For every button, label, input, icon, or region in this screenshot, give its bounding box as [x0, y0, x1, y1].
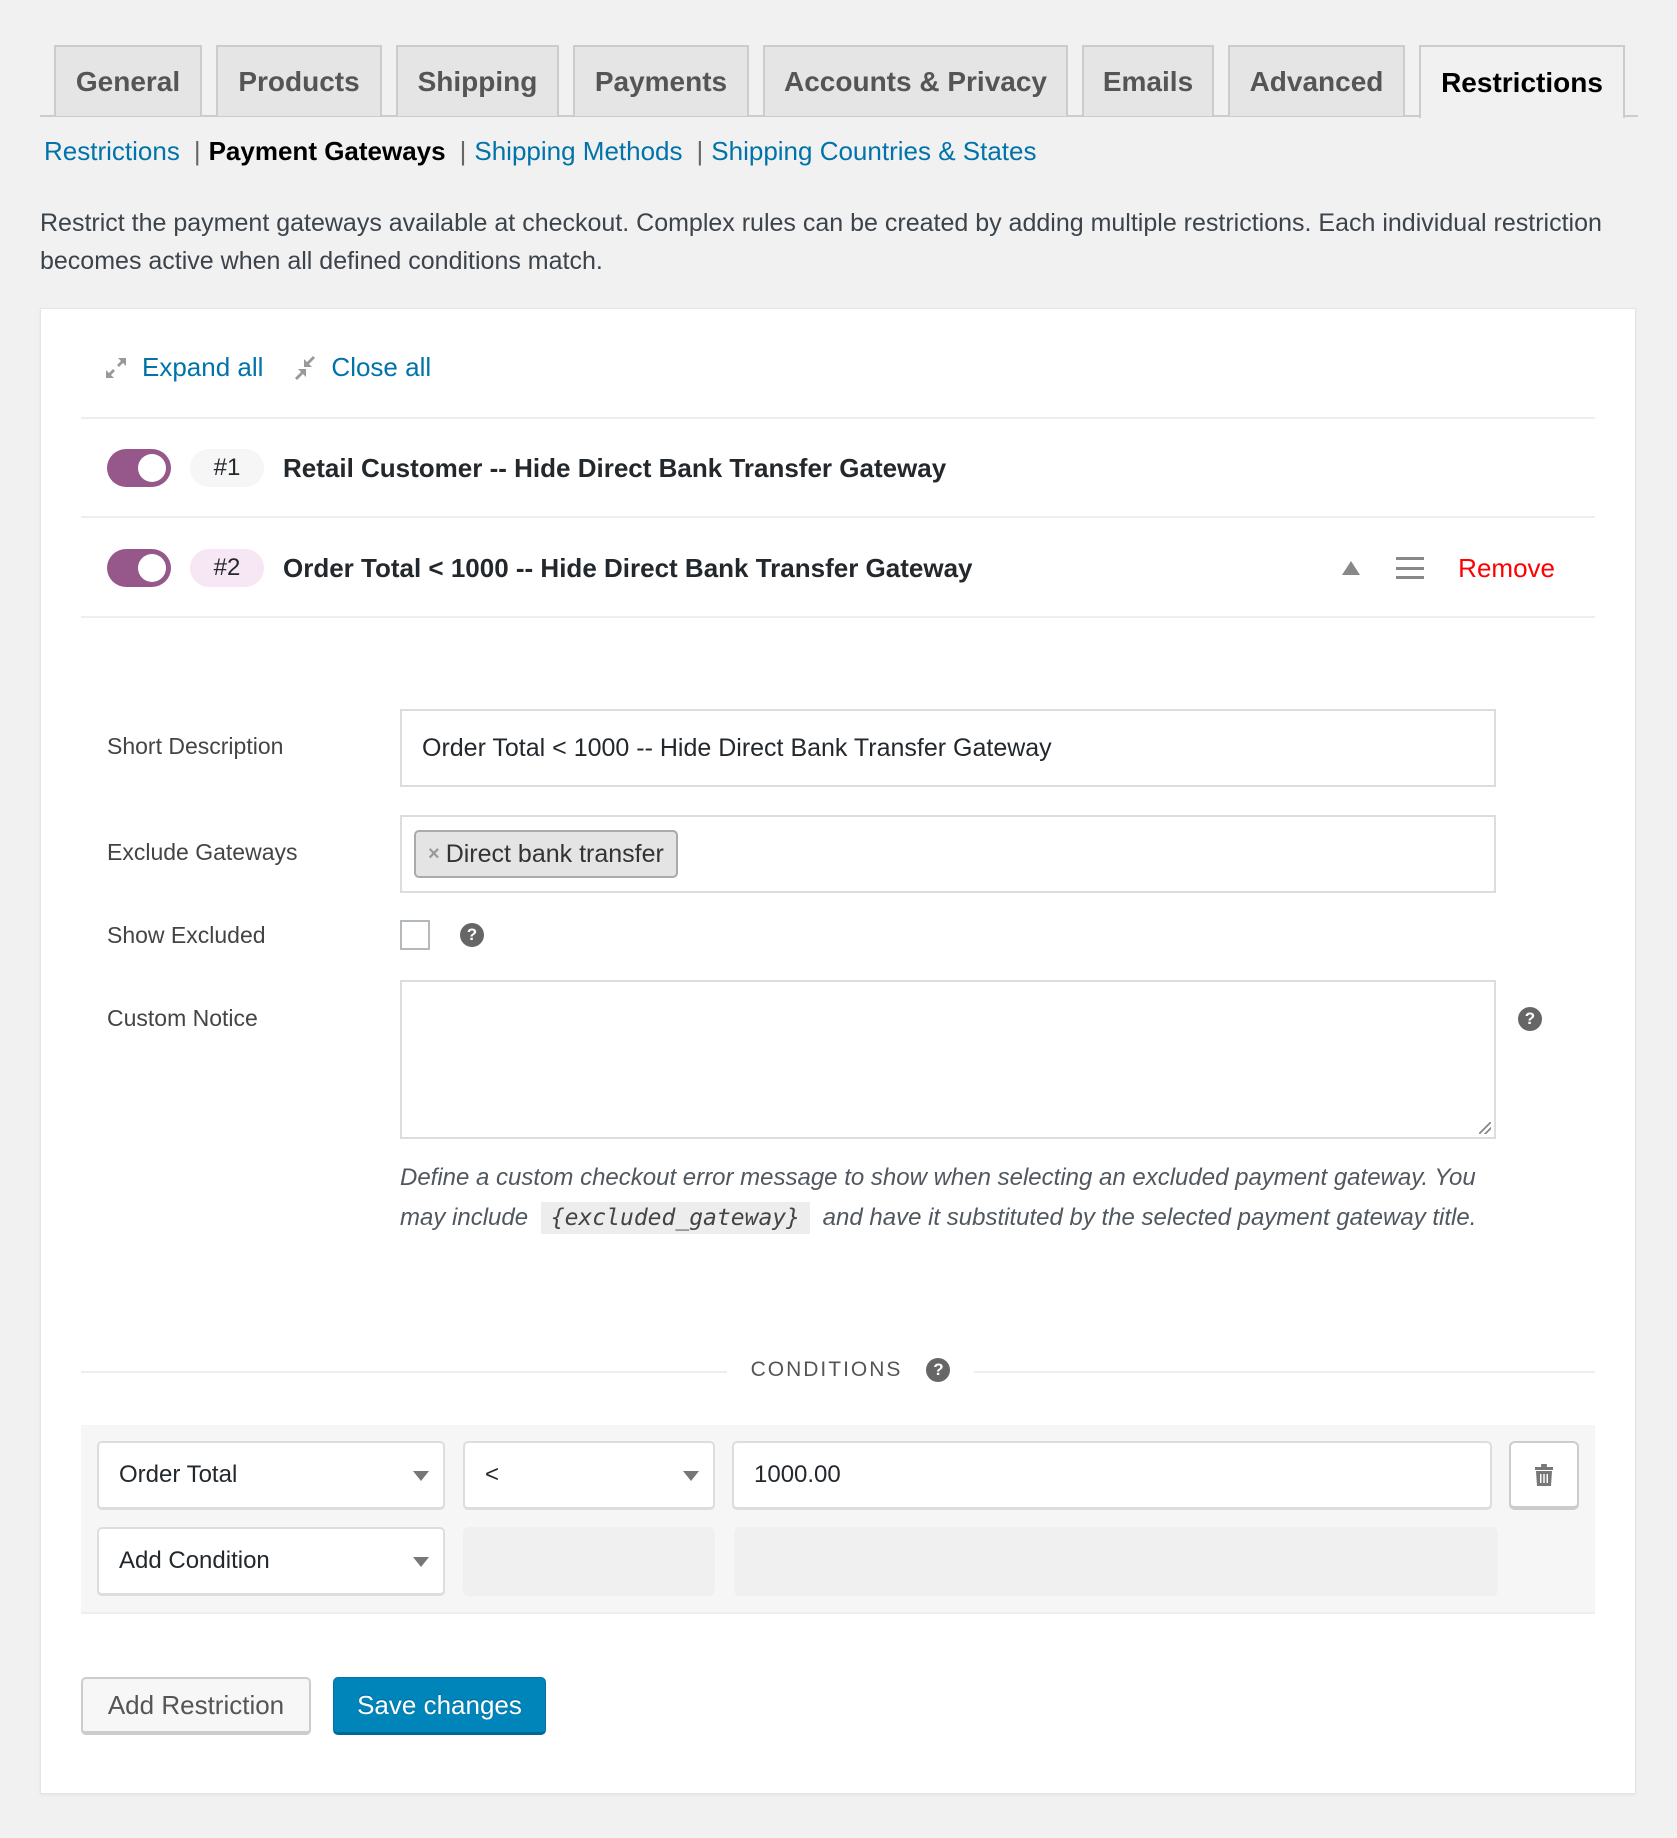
subnav-separator: | — [193, 136, 201, 166]
drag-handle-icon[interactable] — [1396, 557, 1425, 579]
expand-all-label: Expand all — [142, 352, 264, 382]
restriction-enabled-toggle[interactable] — [107, 449, 171, 487]
add-restriction-button[interactable]: Add Restriction — [81, 1677, 311, 1735]
selected-gateway-tag: × Direct bank transfer — [414, 830, 678, 878]
condition-value: 1000.00 — [754, 1461, 841, 1488]
empty-value-slot — [734, 1527, 1498, 1596]
collapse-icon — [293, 355, 317, 380]
help-icon[interactable]: ? — [1518, 1007, 1542, 1031]
short-description-label: Short Description — [107, 733, 284, 759]
expand-all-link[interactable]: Expand all — [104, 352, 263, 383]
restriction-row[interactable]: #1 Retail Customer -- Hide Direct Bank T… — [81, 420, 1595, 516]
restriction-actions: Remove — [1342, 553, 1555, 584]
exclude-gateways-label: Exclude Gateways — [107, 839, 298, 865]
add-condition-select[interactable]: Add Condition — [97, 1527, 445, 1596]
selected-gateway-label: Direct bank transfer — [445, 839, 664, 868]
condition-operator-value: < — [485, 1461, 500, 1488]
tab-accounts-privacy[interactable]: Accounts & Privacy — [763, 45, 1068, 116]
custom-notice-label: Custom Notice — [107, 1005, 258, 1031]
tab-emails[interactable]: Emails — [1082, 45, 1214, 116]
tab-products[interactable]: Products — [216, 45, 382, 116]
condition-operator-select[interactable]: < — [463, 1441, 715, 1510]
restriction-title[interactable]: Order Total < 1000 -- Hide Direct Bank T… — [283, 553, 973, 584]
restriction-title[interactable]: Retail Customer -- Hide Direct Bank Tran… — [283, 453, 946, 484]
short-description-input[interactable]: Order Total < 1000 -- Hide Direct Bank T… — [400, 709, 1496, 787]
collapse-caret-icon[interactable] — [1342, 561, 1361, 575]
help-text-part: and have it substituted by the selected … — [822, 1204, 1477, 1231]
show-excluded-checkbox[interactable] — [400, 920, 430, 950]
delete-condition-button[interactable] — [1509, 1441, 1579, 1510]
help-icon[interactable]: ? — [926, 1358, 951, 1382]
dropdown-arrow-icon — [683, 1471, 699, 1481]
restriction-number-badge: #1 — [190, 449, 264, 487]
page-description: Restrict the payment gateways available … — [40, 209, 1602, 275]
add-condition-label: Add Condition — [119, 1547, 270, 1574]
subnav-shipping-countries-states[interactable]: Shipping Countries & States — [711, 136, 1036, 167]
divider — [81, 516, 1595, 518]
dropdown-arrow-icon — [413, 1557, 429, 1567]
help-icon[interactable]: ? — [460, 923, 484, 947]
restriction-enabled-toggle[interactable] — [107, 549, 171, 587]
placeholder-token: {excluded_gateway} — [540, 1202, 810, 1234]
expand-icon — [104, 356, 128, 380]
divider — [81, 417, 1595, 419]
exclude-gateways-select[interactable]: × Direct bank transfer — [400, 815, 1496, 893]
dropdown-arrow-icon — [413, 1471, 429, 1481]
subnav-shipping-methods[interactable]: Shipping Methods — [474, 136, 682, 167]
subnav-separator: | — [696, 136, 704, 166]
tab-restrictions[interactable]: Restrictions — [1419, 45, 1625, 118]
tab-shipping[interactable]: Shipping — [396, 45, 559, 116]
sub-navigation: Restrictions | Payment Gateways | Shippi… — [44, 136, 1036, 167]
condition-field-select[interactable]: Order Total — [97, 1441, 445, 1510]
conditions-title: CONDITIONS — [726, 1358, 903, 1382]
subnav-restrictions[interactable]: Restrictions — [44, 136, 180, 167]
tab-general[interactable]: General — [54, 45, 202, 116]
custom-notice-textarea[interactable] — [400, 980, 1496, 1139]
expand-collapse-toolbar: Expand all Close all — [104, 352, 431, 383]
short-description-value: Order Total < 1000 -- Hide Direct Bank T… — [422, 733, 1052, 762]
condition-field-value: Order Total — [119, 1461, 238, 1488]
divider — [81, 616, 1595, 618]
condition-value-input[interactable]: 1000.00 — [732, 1441, 1492, 1510]
close-all-link[interactable]: Close all — [293, 352, 431, 383]
remove-restriction-link[interactable]: Remove — [1458, 553, 1555, 584]
resize-handle-icon[interactable] — [1479, 1122, 1491, 1134]
restriction-number-badge: #2 — [190, 549, 264, 587]
conditions-panel: Order Total < 1000.00 Add Condition — [81, 1425, 1595, 1614]
restriction-row[interactable]: #2 Order Total < 1000 -- Hide Direct Ban… — [81, 520, 1595, 616]
save-changes-button[interactable]: Save changes — [333, 1677, 546, 1735]
subnav-separator: | — [459, 136, 467, 166]
show-excluded-label: Show Excluded — [107, 922, 266, 948]
empty-operator-slot — [463, 1527, 715, 1596]
close-all-label: Close all — [331, 352, 432, 382]
remove-tag-icon[interactable]: × — [428, 843, 440, 866]
tab-advanced[interactable]: Advanced — [1228, 45, 1405, 116]
custom-notice-help-text: Define a custom checkout error message t… — [400, 1158, 1520, 1238]
conditions-heading: CONDITIONS ? — [0, 1358, 1677, 1382]
subnav-payment-gateways[interactable]: Payment Gateways — [209, 136, 446, 167]
tab-payments[interactable]: Payments — [573, 45, 749, 116]
trash-icon — [1535, 1463, 1553, 1486]
